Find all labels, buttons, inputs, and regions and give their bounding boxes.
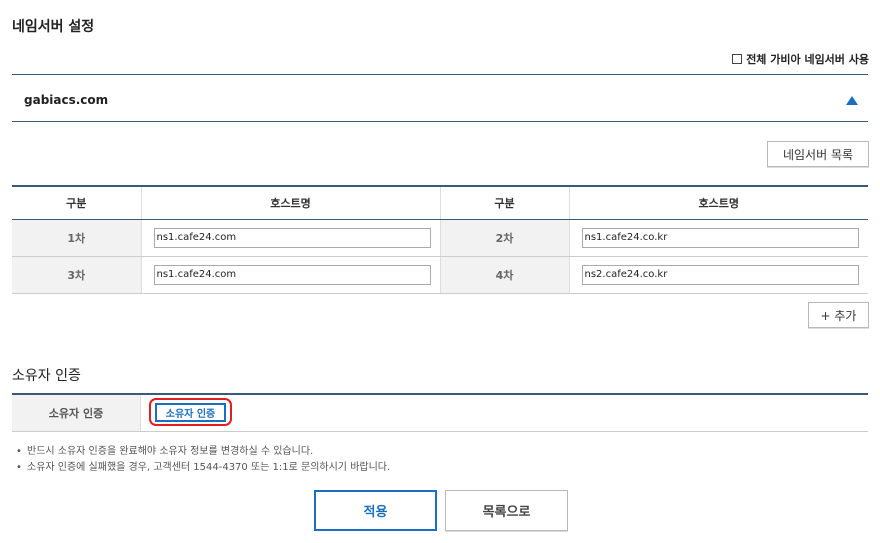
hostname-input-3[interactable] [153,264,431,285]
checkbox-box[interactable] [732,54,743,64]
notice-item: 소유자 인증에 실패했을 경우, 고객센터 1544-4370 또는 1:1로 … [16,460,390,476]
owner-verification-button[interactable]: 소유자 인증 [155,402,226,422]
use-all-gabia-label: 전체 가비아 네임서버 사용 [746,53,869,66]
nameserver-table: 구분 호스트명 구분 호스트명 1차 2차 3차 4차 [12,185,868,294]
page-title: 네임서버 설정 [12,19,95,35]
highlight-outline: 소유자 인증 [149,398,232,426]
hostname-input-4[interactable] [581,264,859,285]
column-header-hostname: 호스트명 [568,185,868,220]
column-header-type: 구분 [12,185,141,220]
use-all-gabia-nameservers-checkbox[interactable]: 전체 가비아 네임서버 사용 [732,51,869,67]
add-nameserver-button[interactable]: + 추가 [808,302,869,328]
table-header-row: 구분 호스트명 구분 호스트명 [12,185,868,220]
notice-item: 반드시 소유자 인증을 완료해야 소유자 정보를 변경하실 수 있습니다. [16,444,390,460]
owner-verification-row: 소유자 인증 소유자 인증 [12,393,868,432]
column-header-type: 구분 [439,185,569,220]
ns-order-label: 3차 [12,256,141,294]
apply-button[interactable]: 적용 [314,490,437,531]
nameserver-list-button[interactable]: 네임서버 목록 [767,141,869,167]
hostname-input-2[interactable] [581,227,859,248]
table-row: 1차 2차 [12,219,868,257]
domain-header[interactable]: gabiacs.com [12,74,868,122]
ns-order-label: 4차 [439,256,569,294]
column-header-hostname: 호스트명 [140,185,440,220]
notice-list: 반드시 소유자 인증을 완료해야 소유자 정보를 변경하실 수 있습니다. 소유… [16,444,390,476]
hostname-input-1[interactable] [153,227,431,248]
domain-name: gabiacs.com [24,93,109,107]
collapse-up-icon[interactable] [846,96,858,105]
ns-order-label: 1차 [12,219,141,257]
back-to-list-button[interactable]: 목록으로 [445,490,568,531]
ns-order-label: 2차 [439,219,569,257]
table-row: 3차 4차 [12,256,868,294]
owner-verification-label: 소유자 인증 [12,395,141,431]
owner-section-title: 소유자 인증 [12,368,81,384]
